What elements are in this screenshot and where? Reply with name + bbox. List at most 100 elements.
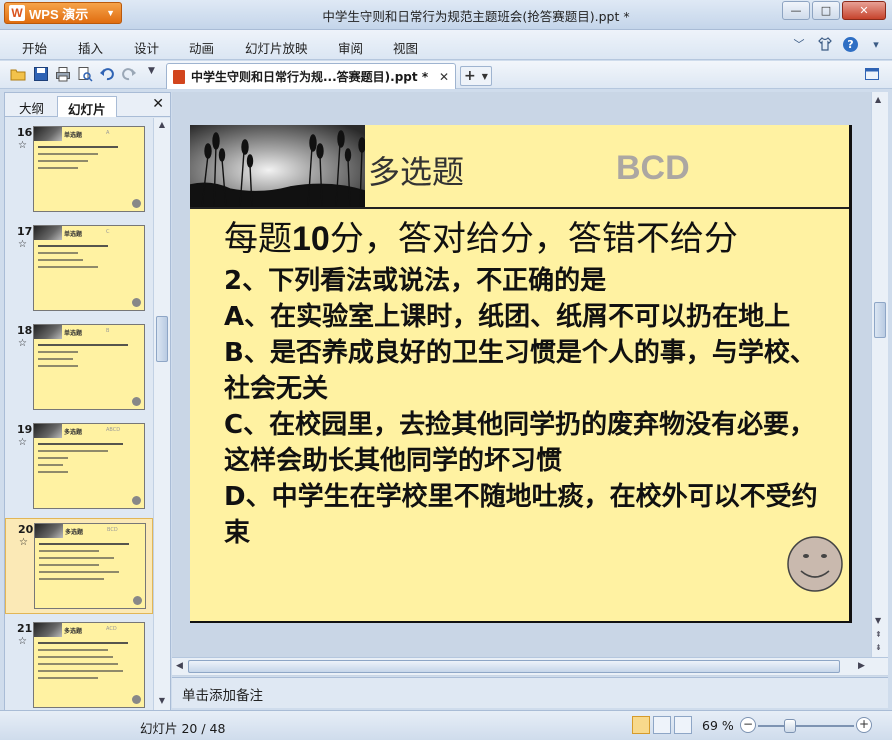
scroll-up-icon[interactable]: ▲ [875, 95, 881, 104]
menu-design[interactable]: 设计 [134, 38, 159, 57]
animation-star-icon[interactable]: ☆ [18, 636, 27, 647]
new-tab-button[interactable]: + ▼ [460, 66, 492, 86]
open-folder-icon[interactable] [10, 66, 26, 82]
slide-thumbnail[interactable]: 21 ☆ 多选题 ACD [5, 618, 153, 710]
thumbnail-text-line [38, 245, 108, 247]
zoom-slider-handle[interactable] [784, 719, 796, 733]
scrollbar-thumb[interactable] [188, 660, 840, 673]
menu-review[interactable]: 审阅 [338, 38, 363, 57]
scroll-down-icon[interactable]: ▼ [156, 696, 168, 708]
window-layout-icon[interactable] [864, 66, 880, 82]
print-icon[interactable] [55, 66, 71, 82]
toolbar-more-icon[interactable]: ▼ [148, 66, 164, 82]
slide-editor: 多选题 BCD 每题10分，答对给分，答错不给分 2、下列看法或说法，不正确的是… [172, 92, 888, 676]
tab-outline[interactable]: 大纲 [9, 96, 54, 117]
slide-thumbnail[interactable]: 16 ☆ 单选题 A [5, 122, 153, 218]
status-bar: 幻灯片 20 / 48 69 % − + [0, 710, 892, 740]
thumbnail-text-line [38, 252, 78, 254]
app-menu-button[interactable]: W WPS 演示 ▼ [4, 2, 122, 24]
scroll-left-icon[interactable]: ◀ [176, 661, 183, 671]
slideshow-button[interactable] [674, 716, 692, 734]
slide-answer[interactable]: BCD [616, 149, 690, 188]
editor-horizontal-scrollbar[interactable]: ◀ ▶ [172, 657, 888, 675]
scrollbar-thumb[interactable] [874, 302, 886, 338]
menu-slideshow[interactable]: 幻灯片放映 [245, 38, 308, 57]
animation-star-icon[interactable]: ☆ [18, 140, 27, 151]
zoom-level[interactable]: 69 % [702, 718, 734, 733]
redo-icon[interactable] [121, 66, 137, 82]
window-title: 中学生守则和日常行为规范主题班会(抢答赛题目).ppt * [322, 9, 630, 24]
thumbnail-title: 多选题 [65, 529, 84, 536]
help-icon[interactable]: ? [843, 36, 858, 52]
thumbnail-answer: BCD [107, 527, 118, 533]
quick-toolbar: ▼ 中学生守则和日常行为规...答赛题目).ppt * ✕ + ▼ [0, 61, 892, 89]
animation-star-icon[interactable]: ☆ [18, 437, 27, 448]
slide-thumbnail[interactable]: 20 ☆ 多选题 BCD [5, 518, 153, 614]
thumbnail-number: 19 [17, 423, 33, 436]
wps-logo-icon: W [9, 5, 25, 21]
slide-thumbnail[interactable]: 19 ☆ 多选题 ABCD [5, 419, 153, 515]
thumbnail-text-line [38, 358, 73, 360]
zoom-in-button[interactable]: + [856, 717, 872, 733]
thumbnail-text-line [38, 146, 118, 148]
minimize-button[interactable]: — [782, 1, 810, 20]
thumbnail-text-line [38, 663, 118, 665]
zoom-slider-track[interactable] [758, 725, 854, 727]
thumbnail-title: 单选题 [64, 231, 83, 238]
slide-thumbnail[interactable]: 17 ☆ 单选题 C [5, 221, 153, 317]
normal-view-button[interactable] [632, 716, 650, 734]
close-button[interactable]: ✕ [842, 1, 886, 20]
view-switcher [632, 716, 692, 734]
panel-tabs: 大纲 幻灯片 ✕ [5, 93, 170, 117]
menu-animation[interactable]: 动画 [189, 38, 214, 57]
maximize-button[interactable]: □ [812, 1, 840, 20]
save-icon[interactable] [33, 66, 49, 82]
slide-title[interactable]: 多选题 [368, 147, 464, 193]
chevron-down-icon[interactable]: ﹀ [791, 36, 807, 52]
smiley-face-icon[interactable] [786, 535, 844, 593]
scrollbar-thumb[interactable] [156, 316, 168, 362]
editor-vertical-scrollbar[interactable]: ▲ ▼ ⇞ ⇟ [871, 92, 888, 657]
subtitle-suffix: 分，答对给分，答错不给分 [329, 219, 738, 259]
thumbnail-text-line [38, 464, 63, 466]
tab-close-button[interactable]: ✕ [439, 70, 449, 84]
current-slide[interactable]: 多选题 BCD 每题10分，答对给分，答错不给分 2、下列看法或说法，不正确的是… [190, 125, 852, 623]
thumbnail-text-line [39, 543, 129, 545]
notes-pane[interactable]: 单击添加备注 [172, 677, 888, 708]
menu-home[interactable]: 开始 [22, 38, 47, 57]
slide-subtitle[interactable]: 每题10分，答对给分，答错不给分 [224, 211, 738, 260]
zoom-out-button[interactable]: − [740, 717, 756, 733]
tab-slides[interactable]: 幻灯片 [57, 96, 117, 117]
slide-body-text[interactable]: 2、下列看法或说法，不正确的是 A、在实验室上课时，纸团、纸屑不可以扔在地上 B… [224, 263, 824, 551]
plus-icon: + [464, 68, 476, 84]
scroll-up-icon[interactable]: ▲ [156, 120, 168, 132]
panel-scrollbar[interactable]: ▲ ▼ [153, 118, 170, 710]
undo-icon[interactable] [99, 66, 115, 82]
slide-sorter-button[interactable] [653, 716, 671, 734]
scroll-down-icon[interactable]: ▼ [875, 616, 881, 625]
animation-star-icon[interactable]: ☆ [19, 537, 28, 548]
chevron-down-icon[interactable]: ▼ [482, 72, 488, 81]
slide-thumbnail[interactable]: 18 ☆ 单选题 B [5, 320, 153, 416]
previous-slide-icon[interactable]: ⇞ [875, 630, 882, 639]
thumbnail-preview: 多选题 BCD [34, 523, 146, 609]
skin-shirt-icon[interactable] [817, 36, 833, 52]
animation-star-icon[interactable]: ☆ [18, 239, 27, 250]
thumbnail-text-line [38, 153, 98, 155]
thumbnail-preview: 单选题 C [33, 225, 145, 311]
next-slide-icon[interactable]: ⇟ [875, 643, 882, 652]
document-tab[interactable]: 中学生守则和日常行为规...答赛题目).ppt * ✕ [166, 63, 456, 89]
menu-insert[interactable]: 插入 [78, 38, 103, 57]
menu-view[interactable]: 视图 [393, 38, 418, 57]
header-divider [190, 207, 849, 209]
animation-star-icon[interactable]: ☆ [18, 338, 27, 349]
print-preview-icon[interactable] [77, 66, 93, 82]
option-a: A、在实验室上课时，纸团、纸屑不可以扔在地上 [224, 302, 791, 332]
thumbnail-preview: 单选题 B [33, 324, 145, 410]
panel-close-button[interactable]: ✕ [152, 96, 164, 112]
thumbnail-text-line [38, 670, 123, 672]
scroll-right-icon[interactable]: ▶ [858, 661, 865, 671]
thumbnail-title: 多选题 [64, 429, 83, 436]
help-dropdown-icon[interactable]: ▾ [868, 36, 884, 52]
thumbnail-text-line [38, 443, 123, 445]
